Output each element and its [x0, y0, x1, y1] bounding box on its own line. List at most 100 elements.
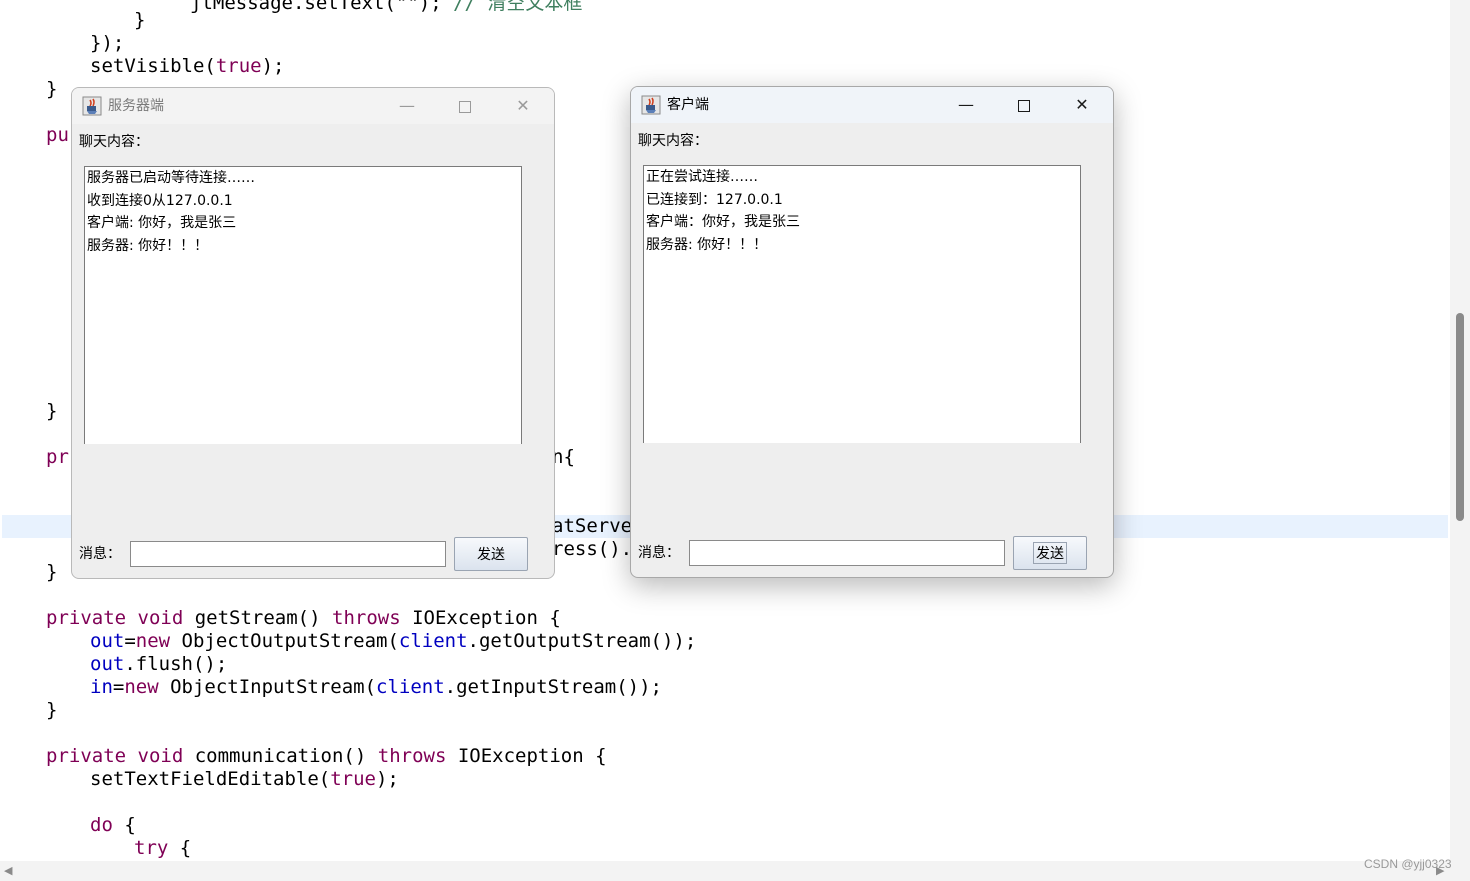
chat-line: 服务器: 你好！！！ [646, 236, 768, 253]
code-token: communication() [194, 745, 378, 767]
code-token: in [90, 676, 113, 698]
send-button[interactable]: 发送 [454, 537, 528, 571]
minimize-icon: — [958, 95, 974, 114]
code-token: } [46, 78, 58, 100]
minimize-button[interactable]: — [384, 88, 430, 124]
code-token: .flush(); [124, 653, 228, 675]
server-window-titlebar[interactable]: 服务器端 — ✕ [72, 88, 554, 124]
window-title: 服务器端 [108, 98, 164, 114]
chat-line: 服务器: 你好！！！ [87, 237, 209, 254]
chat-line: 收到连接0从127.0.0.1 [87, 192, 233, 209]
code-line: jtMessage.setText(""); // 清空文本框 [190, 0, 582, 15]
window-title: 客户端 [667, 97, 709, 113]
message-input[interactable] [689, 540, 1005, 566]
code-line: setVisible(true); [90, 55, 285, 78]
code-line: } [46, 78, 57, 101]
code-line: pr [46, 446, 69, 469]
code-line: ress(). [552, 538, 632, 561]
message-input[interactable] [130, 541, 446, 567]
code-line: setTextFieldEditable(true); [90, 768, 399, 791]
code-token: new [124, 676, 171, 698]
code-token: try [134, 837, 180, 859]
code-token: IOException { [457, 745, 607, 767]
minimize-button[interactable]: — [943, 87, 989, 123]
code-token: getStream() [194, 607, 332, 629]
code-token: } [46, 699, 58, 721]
code-token: pu [46, 124, 69, 146]
code-token: // 清空文本框 [453, 0, 583, 14]
code-token: { [179, 837, 192, 859]
horizontal-scrollbar[interactable] [0, 861, 1470, 881]
vertical-scroll-thumb[interactable] [1456, 313, 1464, 521]
code-token: = [112, 676, 125, 698]
code-token: = [124, 630, 136, 652]
code-token: true [215, 55, 262, 77]
code-token: } [46, 400, 58, 422]
code-token: { [124, 814, 136, 836]
code-token: jtMessage.setText(""); [190, 0, 454, 14]
maximize-icon [459, 100, 471, 113]
code-token: do [90, 814, 125, 836]
code-line: try { [134, 837, 191, 860]
code-line: private void communication() throws IOEx… [46, 745, 607, 768]
code-token: out [90, 630, 125, 652]
code-token: pr [46, 446, 69, 468]
maximize-button[interactable] [442, 88, 488, 124]
code-token: throws [377, 745, 458, 767]
code-token: throws [332, 607, 413, 629]
code-token: true [330, 768, 376, 790]
message-label: 消息： [79, 546, 121, 562]
maximize-button[interactable] [1001, 87, 1047, 123]
client-window: 客户端 — ✕ 聊天内容： 正在尝试连接…… 已连接到：127.0.0.1 客户… [630, 86, 1114, 578]
code-line: } [46, 699, 57, 722]
chat-textarea[interactable]: 服务器已启动等待连接…… 收到连接0从127.0.0.1 客户端: 你好，我是张… [84, 166, 522, 444]
java-cup-icon [82, 96, 102, 116]
java-cup-icon [641, 95, 661, 115]
close-icon: ✕ [516, 96, 530, 115]
chat-label: 聊天内容： [638, 133, 708, 149]
scroll-left-arrow-icon[interactable]: ◀ [4, 864, 12, 877]
code-line: out.flush(); [90, 653, 227, 676]
code-token: out [90, 653, 125, 675]
code-token: ress(). [552, 538, 633, 560]
close-icon: ✕ [1075, 95, 1089, 114]
code-token: setVisible( [90, 55, 216, 77]
code-token: ObjectOutputStream( [181, 630, 399, 652]
chat-line: 客户端: 你好，我是张三 [87, 215, 237, 231]
chat-line: 客户端：你好，我是张三 [646, 214, 800, 230]
code-token: new [135, 630, 182, 652]
code-line: } [46, 561, 57, 584]
chat-textarea[interactable]: 正在尝试连接…… 已连接到：127.0.0.1 客户端：你好，我是张三 服务器:… [643, 165, 1081, 443]
code-token: atServe [552, 515, 633, 537]
code-line: } [46, 400, 57, 423]
code-line: in=new ObjectInputStream(client.getInput… [90, 676, 662, 699]
code-token: IOException { [412, 607, 561, 629]
code-token: }); [90, 32, 125, 54]
code-token: .getInputStream()); [444, 676, 662, 698]
code-line: } [134, 9, 145, 32]
code-token: client [398, 630, 468, 652]
close-button[interactable]: ✕ [1059, 87, 1105, 123]
code-line: pu [46, 124, 69, 147]
code-token: .getOutputStream()); [467, 630, 697, 652]
code-line: }); [90, 32, 124, 55]
code-token: private void [46, 607, 195, 629]
code-token: ); [261, 55, 285, 77]
code-token: private void [46, 745, 195, 767]
maximize-icon [1018, 99, 1030, 112]
code-token: n{ [552, 446, 575, 468]
code-token: ObjectInputStream( [170, 676, 377, 698]
code-token: ); [375, 768, 399, 790]
close-button[interactable]: ✕ [500, 88, 546, 124]
chat-label: 聊天内容： [79, 134, 149, 150]
send-button[interactable]: 发送 [1013, 536, 1087, 570]
code-line: do { [90, 814, 136, 837]
code-line: out=new ObjectOutputStream(client.getOut… [90, 630, 696, 653]
code-token: } [46, 561, 58, 583]
client-window-titlebar[interactable]: 客户端 — ✕ [631, 87, 1113, 123]
code-token: } [134, 9, 146, 31]
chat-line: 已连接到：127.0.0.1 [646, 191, 783, 208]
code-token: setTextFieldEditable( [90, 768, 331, 790]
code-line: atServe [552, 515, 632, 538]
chat-line: 服务器已启动等待连接…… [87, 170, 255, 186]
